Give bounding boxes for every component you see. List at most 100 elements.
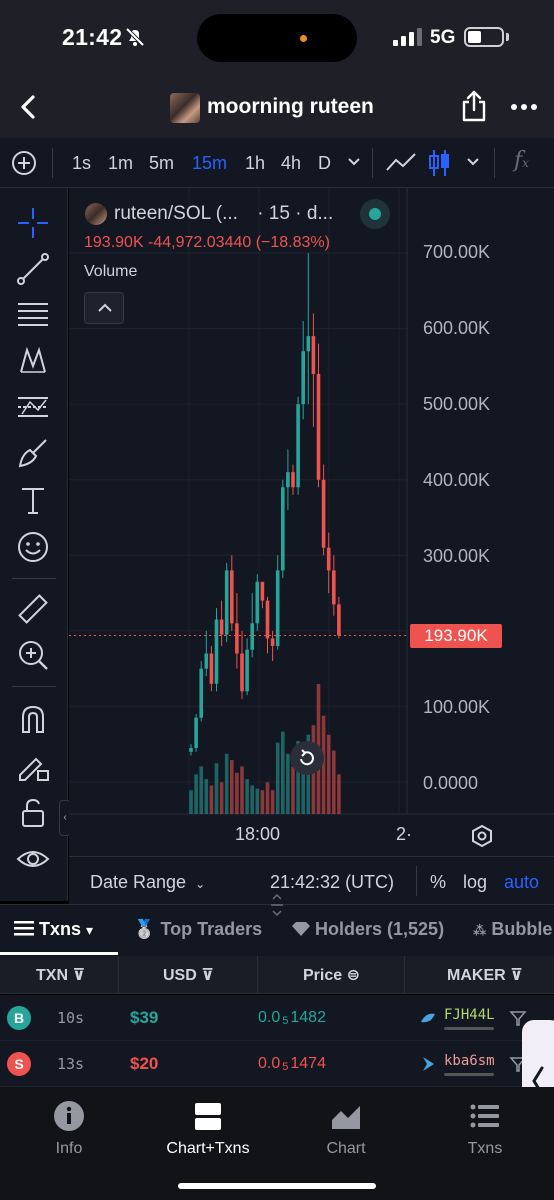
ruler-icon[interactable] (16, 592, 50, 626)
nav-chart[interactable]: Chart (286, 1100, 406, 1158)
more-icon[interactable] (510, 95, 538, 119)
volume-collapse-button[interactable] (84, 292, 124, 324)
candle-body (204, 653, 209, 669)
emoji-icon[interactable] (16, 530, 50, 564)
interval-1m[interactable]: 1m (108, 153, 133, 174)
eye-icon[interactable] (16, 842, 50, 876)
recording-dot (300, 35, 307, 42)
interval-15m[interactable]: 15m (192, 153, 227, 174)
area-chart-icon (332, 1106, 360, 1129)
column-label: MAKER (447, 967, 506, 984)
toggle-currency-icon: ⊜ (346, 967, 360, 984)
candle-body (311, 336, 316, 374)
date-range-button[interactable]: Date Range ⌄ (90, 872, 205, 893)
home-indicator (178, 1183, 376, 1189)
time-axis-label: 18:00 (235, 824, 281, 844)
candle-body (291, 472, 295, 488)
maker-address[interactable]: kba6sm (444, 1053, 495, 1069)
candle-body (235, 623, 239, 654)
percent-toggle[interactable]: % (430, 872, 446, 893)
candle-body (286, 472, 290, 488)
price-axis-label: 600.00K (423, 318, 491, 338)
column-txn[interactable]: TXN ⊽ (36, 965, 85, 985)
crosshair-icon[interactable] (16, 206, 50, 240)
tab-holders[interactable]: Holders (1,525) (292, 919, 444, 941)
chevron-down-icon: ⌄ (195, 877, 206, 891)
refresh-icon (300, 749, 314, 766)
indicators-fx-icon[interactable]: fx (514, 148, 529, 173)
tab-bubblemaps[interactable]: ⁂ Bubble (473, 919, 554, 940)
candle-body (270, 638, 275, 646)
network-type: 5G (430, 27, 456, 48)
back-icon[interactable] (14, 92, 44, 122)
interval-d[interactable]: D (318, 153, 331, 174)
fib-lines-icon[interactable] (16, 298, 50, 332)
volume-bar (199, 766, 203, 814)
price-axis-label: 700.00K (423, 242, 491, 262)
nav-info[interactable]: Info (9, 1100, 129, 1158)
nav-txns[interactable]: Txns (425, 1100, 545, 1158)
volume-bar (214, 763, 219, 814)
volume-bar (219, 782, 224, 814)
tab-txns[interactable]: Txns ▾ (14, 919, 93, 941)
candle-body (321, 479, 326, 548)
magnet-icon[interactable] (16, 702, 50, 736)
resize-handle-icon[interactable] (268, 893, 286, 917)
add-indicator-icon[interactable] (11, 150, 37, 176)
candle-body (245, 649, 249, 692)
maker-address[interactable]: FJH44L (444, 1007, 495, 1023)
chevron-down-icon[interactable] (347, 157, 361, 167)
page-title: moorning ruteen (207, 95, 374, 118)
legend-ohlc: 193.90K -44,972.03440 (−18.83%) (84, 234, 330, 251)
lock-pencil-icon[interactable] (16, 749, 50, 783)
price-axis-label: 400.00K (423, 470, 491, 490)
share-icon[interactable] (460, 90, 488, 122)
column-label: Price (303, 967, 343, 984)
interval-5m[interactable]: 5m (149, 153, 174, 174)
last-price-tag: 193.90K (410, 624, 502, 648)
line-chart-icon[interactable] (385, 150, 417, 176)
zoom-in-icon[interactable] (16, 638, 50, 672)
candle-body (209, 653, 214, 684)
chevron-down-icon[interactable] (466, 157, 480, 167)
column-usd[interactable]: USD ⊽ (163, 965, 214, 985)
price-axis-label: 500.00K (423, 394, 491, 414)
volume-bar (281, 731, 285, 814)
chart-settings-icon[interactable] (470, 824, 494, 848)
candle-body (337, 604, 341, 636)
info-icon (54, 1101, 84, 1131)
interval-1h[interactable]: 1h (245, 153, 265, 174)
tab-top-traders[interactable]: 🥈 Top Traders (133, 919, 262, 940)
candles-icon[interactable] (428, 148, 452, 178)
volume-bar (275, 742, 280, 814)
pattern-icon[interactable] (16, 344, 50, 378)
battery-icon (464, 27, 504, 47)
filter-icon: ⊽ (72, 967, 86, 984)
interval-1s[interactable]: 1s (72, 153, 91, 174)
trend-line-icon[interactable] (16, 252, 50, 286)
auto-toggle[interactable]: auto (504, 872, 539, 893)
candle-body (306, 336, 311, 352)
candle-body (275, 570, 280, 646)
interval-4h[interactable]: 4h (281, 153, 301, 174)
candle-body (326, 547, 331, 571)
wallet-arrow-icon (423, 1057, 434, 1071)
projection-icon[interactable] (16, 390, 50, 424)
candle-body (219, 619, 224, 635)
price-axis-label: 0.0000 (423, 773, 479, 793)
nav-chart-txns[interactable]: Chart+Txns (148, 1100, 268, 1158)
text-tool-icon[interactable] (16, 483, 50, 517)
volume-bar (240, 766, 244, 814)
column-price[interactable]: Price ⊜ (303, 965, 360, 985)
unlock-icon[interactable] (16, 796, 50, 830)
tab-label: Top Traders (160, 919, 263, 939)
toolbar-divider (12, 686, 56, 687)
candle-body (189, 747, 193, 752)
column-maker[interactable]: MAKER ⊽ (447, 965, 523, 985)
candle-body (194, 717, 198, 748)
brush-icon[interactable] (16, 436, 50, 470)
status-time: 21:42 (62, 24, 123, 50)
reset-chart-button[interactable] (290, 741, 324, 775)
log-toggle[interactable]: log (463, 872, 487, 893)
legend-pair: ruteen/SOL (... (114, 203, 238, 224)
